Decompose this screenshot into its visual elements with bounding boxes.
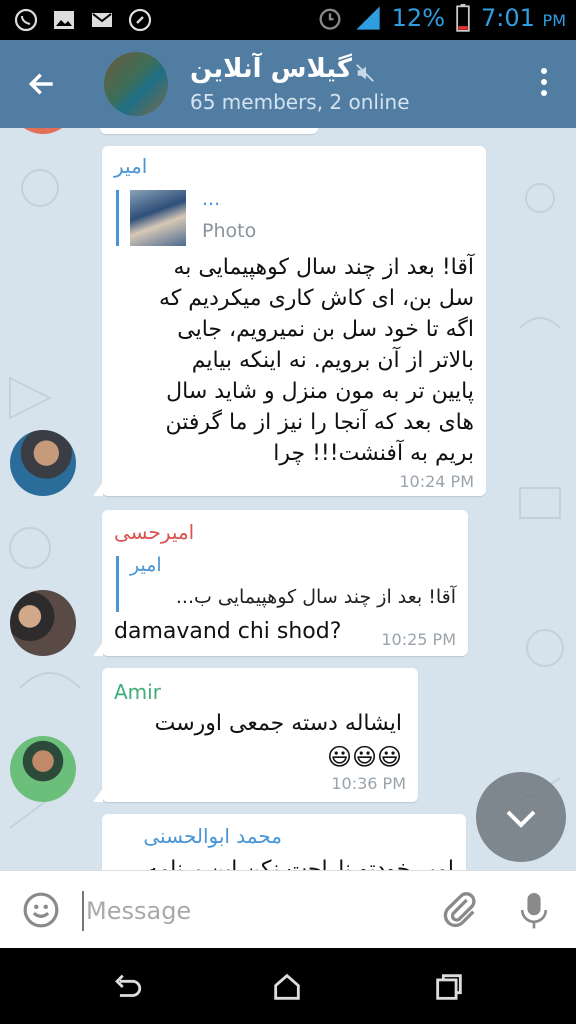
message-sender[interactable]: محمد ابوالحسنی — [143, 824, 282, 848]
message-time: 10:36 PM — [331, 774, 406, 793]
battery-percent: 12% — [391, 4, 445, 32]
microphone-icon[interactable] — [518, 889, 550, 931]
battery-icon — [456, 4, 470, 32]
sender-avatar[interactable] — [10, 590, 76, 656]
message-line: سل بن، ای کاش کاری میکردیم که — [159, 286, 474, 311]
reply-sender: ... — [202, 188, 221, 210]
clock: 7:01 PM — [481, 4, 566, 32]
emoji-icon[interactable] — [22, 891, 60, 929]
message-text: damavand chi shod? — [114, 619, 342, 644]
message-line: آقا! بعد از چند سال کوهپیمایی به — [173, 255, 474, 280]
message-sender[interactable]: امیر — [114, 154, 147, 178]
gallery-icon — [54, 11, 74, 29]
bubble-tail — [93, 642, 103, 656]
reply-bar — [116, 190, 119, 246]
back-nav-icon[interactable] — [110, 970, 144, 1004]
message-bubble[interactable]: Amir ایشاله دسته جمعی اورست 😃😃😃 10:36 PM — [93, 668, 418, 802]
reply-sender: امیر — [130, 554, 162, 576]
message-sender[interactable]: امیرحسی — [114, 520, 194, 544]
group-avatar[interactable] — [104, 52, 168, 116]
chat-header: گیلاس آنلاین 65 members, 2 online — [0, 40, 576, 128]
chat-subtitle: 65 members, 2 online — [190, 90, 410, 114]
message-line: پایین تر به مون منزل و شاید سال — [166, 379, 474, 404]
message-bubble[interactable]: امیرحسی امیر آقا! بعد از چند سال کوهپیما… — [93, 510, 468, 656]
message-bubble[interactable]: امیر ... Photo آقا! بعد از چند سال کوهپی… — [93, 146, 486, 496]
whatsapp-icon — [14, 8, 38, 32]
message-bubble[interactable]: محمد ابوالحسنی امیر خودتو ناراحت نکن این… — [102, 814, 466, 870]
reply-bar — [116, 556, 119, 612]
system-nav-bar — [0, 948, 576, 1024]
message-time: 10:24 PM — [399, 472, 474, 491]
message-line: بریم به آفنشت!!! چرا — [273, 441, 474, 466]
bubble-tail — [93, 482, 103, 496]
message-list[interactable]: امیر ... Photo آقا! بعد از چند سال کوهپی… — [0, 128, 576, 870]
message-text: امیر خودتو ناراحت نکن این برنامه — [146, 857, 454, 870]
reply-preview: Photo — [202, 220, 257, 242]
recents-nav-icon[interactable] — [432, 970, 466, 1004]
more-vert-icon[interactable] — [540, 68, 548, 100]
phone-icon — [128, 8, 152, 32]
message-emoji: 😃😃😃 — [326, 743, 402, 771]
message-text: آقا! بعد از چند سال کوهپیمایی به سل بن، … — [110, 252, 474, 469]
message-sender[interactable]: Amir — [114, 680, 161, 704]
muted-icon — [356, 64, 374, 82]
signal-icon — [355, 6, 380, 30]
composer — [0, 870, 576, 948]
reply-preview: آقا! بعد از چند سال کوهپیمایی ب... — [175, 586, 456, 608]
message-line: اگه تا خود سل بن نمیرویم، جایی — [177, 317, 474, 342]
bubble-tail — [93, 788, 103, 802]
sender-avatar[interactable] — [10, 736, 76, 802]
home-nav-icon[interactable] — [270, 970, 304, 1004]
previous-message-edge — [100, 128, 318, 134]
message-time: 10:25 PM — [381, 630, 456, 649]
reply-photo-thumbnail[interactable] — [130, 190, 186, 246]
chat-title[interactable]: گیلاس آنلاین — [190, 54, 352, 84]
back-arrow-icon[interactable] — [26, 68, 58, 100]
status-bar: 12% 7:01 PM — [0, 0, 576, 40]
attach-icon[interactable] — [440, 889, 480, 931]
message-text: ایشاله دسته جمعی اورست — [154, 711, 402, 736]
scroll-to-bottom-button[interactable] — [476, 772, 566, 862]
gmail-icon — [92, 13, 112, 27]
message-line: بالاتر از آن برویم. نه اینکه بیایم — [191, 348, 474, 373]
chevron-down-icon — [506, 810, 536, 828]
alarm-icon — [319, 8, 341, 30]
sender-avatar[interactable] — [10, 430, 76, 496]
message-input[interactable] — [82, 891, 422, 931]
message-line: های بعد که آنجا را نیز از ما گرفتن — [165, 410, 474, 435]
